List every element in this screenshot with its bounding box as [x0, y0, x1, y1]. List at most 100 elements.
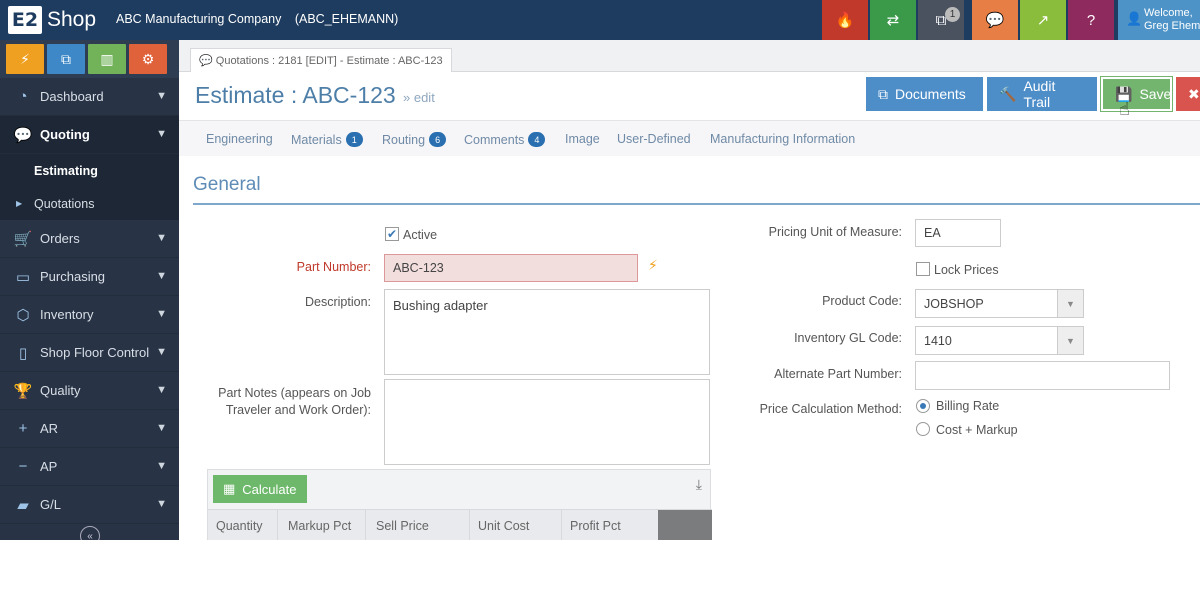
quick-button-hierarchy[interactable]: ⧉: [47, 44, 85, 74]
exchange-icon: ⇄: [886, 12, 900, 29]
documents-button[interactable]: ⧉ Documents: [866, 77, 983, 111]
tab-manufacturing-information[interactable]: Manufacturing Information: [710, 132, 855, 146]
cost-markup-radio[interactable]: [916, 422, 930, 436]
product-code-select[interactable]: JOBSHOP ▼: [915, 289, 1084, 318]
inventory-gl-value: 1410: [924, 333, 952, 348]
sidebar-item-ap[interactable]: − AP ▼: [0, 448, 179, 486]
company-code: (ABC_EHEMANN): [294, 12, 399, 26]
pricing-uom-input[interactable]: EA: [915, 219, 1001, 247]
company-info: ABC Manufacturing Company (ABC_EHEMANN): [116, 12, 408, 26]
tab-comments[interactable]: Comments 4: [464, 132, 546, 147]
sidebar-item-inventory[interactable]: ⬡ Inventory ▼: [0, 296, 179, 334]
column-header-profit-pct[interactable]: Profit Pct: [570, 519, 621, 533]
sidebar-item-label: Shop Floor Control: [40, 345, 150, 360]
count-badge: 6: [429, 132, 447, 147]
user-menu[interactable]: 👤 Welcome, Greg Ehemann: [1118, 0, 1200, 40]
topbar-button-external[interactable]: ↗: [1020, 0, 1066, 40]
description-label: Description:: [305, 295, 371, 309]
topbar-button-chat[interactable]: 💬: [972, 0, 1018, 40]
sidebar-item-gl[interactable]: ▰ G/L ▼: [0, 486, 179, 524]
tab-label: Image: [565, 132, 600, 146]
main-content: 💬 Quotations : 2181 [EDIT] - Estimate : …: [179, 40, 1200, 540]
chevron-down-icon: ▼: [156, 128, 167, 140]
save-button[interactable]: 💾 Save: [1100, 76, 1173, 112]
sidebar-subitem-label: Estimating: [34, 163, 98, 178]
part-number-input[interactable]: ABC-123: [384, 254, 638, 282]
document-tab[interactable]: 💬 Quotations : 2181 [EDIT] - Estimate : …: [190, 48, 452, 72]
sidebar-item-quality[interactable]: 🏆 Quality ▼: [0, 372, 179, 410]
bullet-icon: ▶: [16, 199, 23, 208]
sidebar-item-ar[interactable]: + AR ▼: [0, 410, 179, 448]
column-header-quantity[interactable]: Quantity: [216, 519, 263, 533]
document-tab-bar: 💬 Quotations : 2181 [EDIT] - Estimate : …: [179, 40, 1200, 72]
chat-icon: 💬: [199, 55, 213, 67]
company-name: ABC Manufacturing Company: [116, 12, 282, 26]
chevron-down-icon: ▼: [156, 460, 167, 472]
calculate-button[interactable]: ▦ Calculate: [213, 475, 307, 503]
topbar-button-help[interactable]: ?: [1068, 0, 1114, 40]
close-button[interactable]: ✖: [1176, 77, 1200, 111]
sidebar-item-label: Quality: [40, 383, 81, 398]
bar-chart-icon: ▥: [100, 50, 114, 67]
chevron-down-icon: ▼: [156, 422, 167, 434]
tablet-icon: ▯: [18, 344, 28, 362]
part-number-label: Part Number:: [296, 260, 371, 274]
part-notes-textarea[interactable]: [384, 379, 710, 465]
lock-prices-checkbox[interactable]: [916, 262, 930, 276]
document-tab-label: Quotations : 2181 [EDIT] - Estimate : AB…: [215, 55, 443, 67]
sidebar-subitem-quotations[interactable]: ▶ Quotations: [0, 187, 179, 220]
double-chevron-left-icon: «: [87, 530, 93, 541]
sidebar-item-quoting[interactable]: 💬 Quoting ▼: [0, 116, 179, 154]
part-notes-label: Part Notes (appears on Job Traveler and …: [199, 385, 371, 419]
sidebar-item-label: Purchasing: [40, 269, 106, 284]
description-textarea[interactable]: Bushing adapter: [384, 289, 710, 375]
bolt-icon[interactable]: ⚡: [648, 257, 658, 274]
sidebar-item-shop-floor-control[interactable]: ▯ Shop Floor Control ▼: [0, 334, 179, 372]
billing-rate-radio[interactable]: [916, 399, 930, 413]
tab-engineering[interactable]: Engineering: [206, 132, 273, 146]
inventory-gl-select[interactable]: 1410 ▼: [915, 326, 1084, 355]
sidebar-item-label: Inventory: [40, 307, 94, 322]
quick-button-bolt[interactable]: ⚡: [6, 44, 44, 74]
tab-user-defined[interactable]: User-Defined: [617, 132, 691, 146]
alternate-part-input[interactable]: [915, 361, 1170, 390]
column-header-extra: [658, 510, 712, 540]
sidebar: ⚡ ⧉ ▥ ⚙ ◔ Dashboard ▼ 💬 Quoting ▼ Estima…: [0, 40, 179, 540]
user-icon: 👤: [1126, 11, 1143, 26]
documents-label: Documents: [895, 86, 966, 102]
column-header-markup-pct[interactable]: Markup Pct: [288, 519, 351, 533]
active-checkbox[interactable]: ✔: [385, 227, 399, 241]
quick-button-chart[interactable]: ▥: [88, 44, 126, 74]
hierarchy-icon: ⧉: [61, 50, 71, 67]
product-code-value: JOBSHOP: [924, 296, 984, 311]
sidebar-item-dashboard[interactable]: ◔ Dashboard ▼: [0, 78, 179, 116]
audit-trail-label: Audit Trail: [1023, 78, 1056, 110]
quick-button-cogs[interactable]: ⚙: [129, 44, 167, 74]
trophy-icon: 🏆: [13, 382, 33, 400]
audit-trail-button[interactable]: 🔨 Audit Trail: [987, 77, 1097, 111]
app-logo[interactable]: E2 Shop: [8, 5, 96, 35]
topbar-button-flame[interactable]: 🔥: [822, 0, 868, 40]
chat-icon: 💬: [985, 12, 1005, 29]
tab-image[interactable]: Image: [565, 132, 600, 146]
chevron-down-icon: ▼: [156, 232, 167, 244]
count-badge: 1: [345, 132, 363, 147]
tab-materials[interactable]: Materials 1: [291, 132, 363, 147]
dashboard-icon: ◔: [18, 88, 28, 105]
sidebar-item-label: AP: [40, 459, 58, 474]
column-header-unit-cost[interactable]: Unit Cost: [478, 519, 529, 533]
download-icon[interactable]: ⤓: [696, 476, 702, 493]
topbar-button-org[interactable]: ⧉ 1: [918, 0, 964, 40]
sidebar-subitem-label: Quotations: [34, 196, 95, 211]
column-header-sell-price[interactable]: Sell Price: [376, 519, 429, 533]
sidebar-item-purchasing[interactable]: ▭ Purchasing ▼: [0, 258, 179, 296]
sidebar-item-orders[interactable]: 🛒 Orders ▼: [0, 220, 179, 258]
caret-down-icon: ▼: [1057, 290, 1083, 317]
tab-routing[interactable]: Routing 6: [382, 132, 447, 147]
section-divider: [193, 203, 1200, 205]
sidebar-subitem-estimating[interactable]: Estimating: [0, 154, 179, 187]
topbar-button-exchange[interactable]: ⇄: [870, 0, 916, 40]
sidebar-collapse-button[interactable]: «: [80, 526, 100, 540]
product-code-label: Product Code:: [822, 294, 902, 308]
tab-label: Engineering: [206, 132, 273, 146]
